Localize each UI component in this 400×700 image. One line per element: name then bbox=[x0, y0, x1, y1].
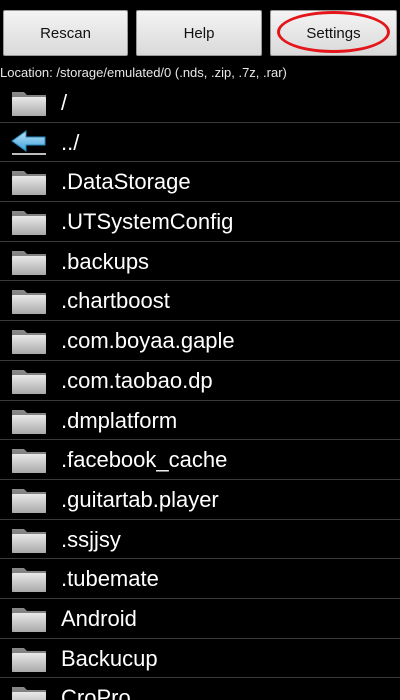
file-name: .chartboost bbox=[61, 288, 170, 314]
location-path: Location: /storage/emulated/0 (.nds, .zi… bbox=[0, 65, 287, 80]
file-list-item[interactable]: .backups bbox=[0, 242, 400, 282]
file-list-item[interactable]: .com.boyaa.gaple bbox=[0, 321, 400, 361]
file-list-item[interactable]: .tubemate bbox=[0, 559, 400, 599]
settings-button[interactable]: Settings bbox=[270, 10, 397, 56]
file-name: .guitartab.player bbox=[61, 486, 219, 512]
file-name: Android bbox=[61, 605, 137, 631]
file-name: .com.taobao.dp bbox=[61, 367, 213, 393]
file-name: CroPro bbox=[61, 685, 131, 700]
file-list-item[interactable]: Android bbox=[0, 599, 400, 639]
file-list-item[interactable]: .guitartab.player bbox=[0, 480, 400, 520]
file-list-item[interactable]: .facebook_cache bbox=[0, 440, 400, 480]
file-name: .tubemate bbox=[61, 566, 159, 592]
file-name: ../ bbox=[61, 129, 80, 155]
file-name: .com.boyaa.gaple bbox=[61, 328, 235, 354]
help-button[interactable]: Help bbox=[136, 10, 262, 56]
file-name: .DataStorage bbox=[61, 169, 191, 195]
rescan-button[interactable]: Rescan bbox=[3, 10, 128, 56]
file-name: .UTSystemConfig bbox=[61, 209, 234, 235]
folder-icon bbox=[11, 564, 47, 593]
file-list-item[interactable]: / bbox=[0, 83, 400, 123]
file-list-item[interactable]: CroPro bbox=[0, 678, 400, 700]
folder-icon bbox=[11, 326, 47, 355]
folder-icon bbox=[11, 88, 47, 117]
toolbar: Rescan Help Settings bbox=[0, 0, 400, 60]
folder-icon bbox=[11, 406, 47, 435]
file-list-item[interactable]: .chartboost bbox=[0, 281, 400, 322]
file-name: .facebook_cache bbox=[61, 447, 228, 473]
file-list-item[interactable]: ../ bbox=[0, 123, 400, 163]
folder-icon bbox=[11, 644, 47, 673]
file-name: Backucup bbox=[61, 645, 158, 671]
file-name: .ssjjsy bbox=[61, 526, 121, 552]
file-name: .dmplatform bbox=[61, 407, 178, 433]
folder-icon bbox=[11, 366, 47, 395]
folder-icon bbox=[11, 485, 47, 514]
folder-icon bbox=[11, 525, 47, 554]
folder-icon bbox=[11, 167, 47, 196]
file-list-item[interactable]: .UTSystemConfig bbox=[0, 202, 400, 242]
file-list-item[interactable]: .dmplatform bbox=[0, 401, 400, 441]
file-name: .backups bbox=[61, 248, 150, 274]
folder-icon bbox=[11, 286, 47, 315]
folder-icon bbox=[11, 247, 47, 276]
folder-icon bbox=[11, 604, 47, 633]
file-list-item[interactable]: .ssjjsy bbox=[0, 520, 400, 560]
file-name: / bbox=[61, 90, 68, 115]
folder-icon bbox=[11, 683, 47, 700]
folder-icon bbox=[11, 445, 47, 474]
file-browser-screen: Rescan Help Settings Location: /storage/… bbox=[0, 0, 400, 700]
file-list-item[interactable]: .DataStorage bbox=[0, 162, 400, 203]
file-list: / ../ .DataStorage .UTSystemConfig .backups.… bbox=[0, 83, 400, 700]
file-list-item[interactable]: .com.taobao.dp bbox=[0, 361, 400, 401]
file-list-item[interactable]: Backucup bbox=[0, 639, 400, 679]
folder-icon bbox=[11, 207, 47, 236]
back-arrow-icon bbox=[11, 128, 47, 157]
